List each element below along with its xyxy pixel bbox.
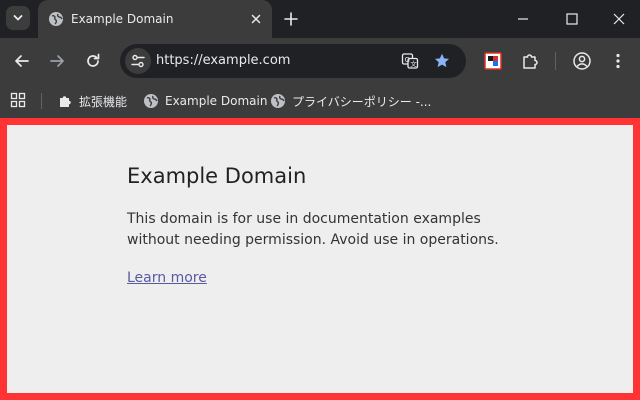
learn-more-link[interactable]: Learn more bbox=[127, 270, 207, 286]
page-content: Example Domain This domain is for use in… bbox=[127, 163, 527, 289]
close-icon[interactable] bbox=[248, 11, 264, 27]
bookmark-extensions[interactable]: 拡張機能 bbox=[57, 84, 127, 118]
tab-search-button[interactable] bbox=[6, 6, 30, 30]
puzzle-icon bbox=[60, 96, 71, 107]
maximize-icon[interactable] bbox=[565, 12, 579, 26]
tab-title: Example Domain bbox=[71, 12, 174, 26]
active-tab[interactable]: Example Domain bbox=[38, 0, 272, 38]
globe-icon bbox=[49, 12, 63, 26]
new-tab-plus-icon[interactable] bbox=[282, 10, 300, 28]
apps-grid-icon[interactable] bbox=[10, 92, 26, 108]
bookmark-privacy-policy[interactable]: プライバシーポリシー -... bbox=[270, 84, 431, 118]
window-close-icon[interactable] bbox=[612, 12, 626, 26]
back-arrow-icon[interactable] bbox=[12, 51, 32, 71]
tab-strip: Example Domain bbox=[0, 0, 640, 38]
svg-text:文: 文 bbox=[410, 59, 417, 68]
globe-icon bbox=[271, 94, 285, 108]
extensions-puzzle-icon[interactable] bbox=[520, 51, 540, 71]
toolbar-divider bbox=[555, 52, 556, 70]
forward-arrow-icon[interactable] bbox=[47, 51, 67, 71]
chevron-down-icon bbox=[13, 15, 23, 21]
page-viewport: Example Domain This domain is for use in… bbox=[0, 118, 640, 400]
browser-toolbar: https://example.com G 文 bbox=[0, 38, 640, 84]
bookmark-example-domain[interactable]: Example Domain bbox=[143, 84, 267, 118]
description-line-2: without needing permission. Avoid use in… bbox=[127, 232, 499, 248]
extension-app-icon[interactable] bbox=[483, 51, 503, 71]
profile-avatar-icon[interactable] bbox=[572, 51, 592, 71]
bookmark-label: 拡張機能 bbox=[79, 94, 128, 109]
bookmarks-bar: 拡張機能 Example Domain プライバシーポリシー -... bbox=[0, 84, 640, 118]
url-text[interactable]: https://example.com bbox=[156, 52, 290, 70]
page-title: Example Domain bbox=[127, 164, 307, 188]
reload-icon[interactable] bbox=[83, 51, 103, 71]
bookmark-label: Example Domain bbox=[165, 94, 268, 108]
kebab-menu-icon[interactable] bbox=[608, 51, 628, 71]
bookmark-star-icon[interactable] bbox=[433, 52, 451, 70]
globe-icon bbox=[144, 94, 158, 108]
svg-text:G: G bbox=[405, 56, 410, 64]
minimize-icon[interactable] bbox=[516, 12, 530, 26]
page-description: This domain is for use in documentation … bbox=[127, 209, 527, 251]
site-info-button[interactable] bbox=[125, 48, 151, 74]
description-line-1: This domain is for use in documentation … bbox=[127, 211, 481, 227]
bookmark-label: プライバシーポリシー -... bbox=[292, 94, 432, 109]
translate-icon[interactable]: G 文 bbox=[401, 52, 419, 70]
address-bar[interactable]: https://example.com G 文 bbox=[120, 44, 466, 78]
tune-icon bbox=[131, 54, 145, 68]
bookmarks-divider bbox=[41, 93, 42, 109]
